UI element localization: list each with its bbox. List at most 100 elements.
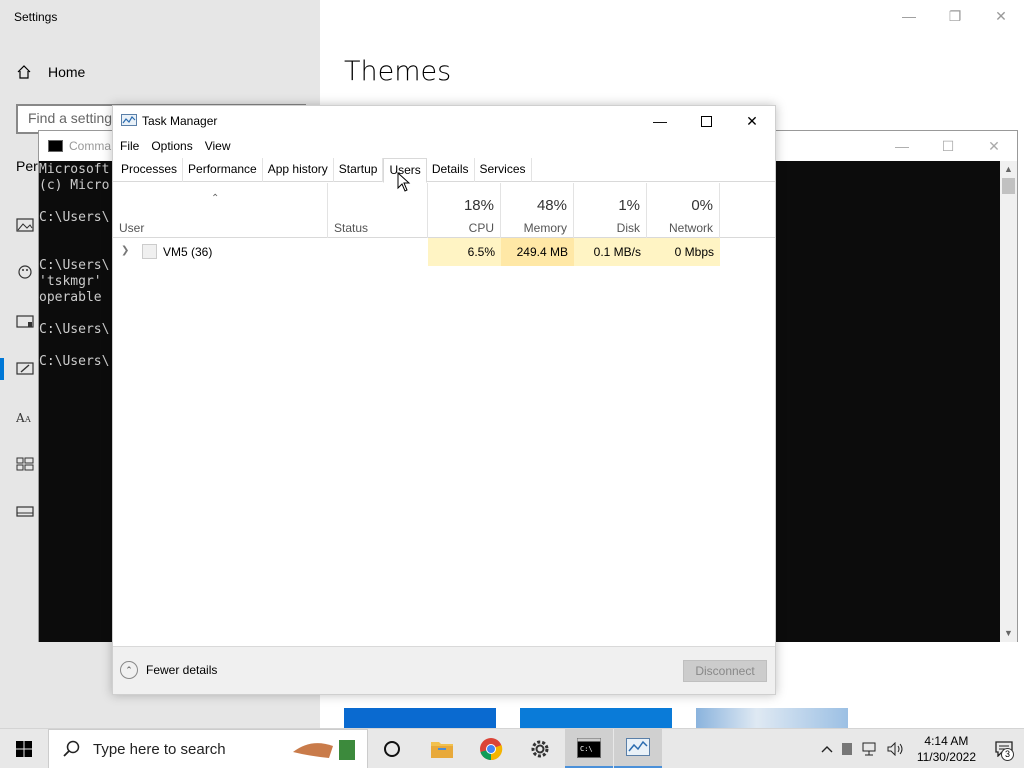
settings-home-label: Home	[48, 64, 86, 80]
menu-options[interactable]: Options	[145, 136, 198, 156]
tab-details[interactable]: Details	[427, 158, 475, 182]
network-icon[interactable]	[857, 729, 883, 768]
close-icon[interactable]: ✕	[971, 131, 1017, 161]
volume-icon[interactable]	[883, 729, 909, 768]
tm-titlebar[interactable]: Task Manager — ✕	[113, 106, 775, 136]
maximize-icon[interactable]	[683, 106, 729, 136]
theme-thumbnail[interactable]	[520, 708, 672, 728]
cmd-window-icon	[48, 140, 63, 152]
start-button[interactable]	[0, 729, 48, 768]
search-icon	[63, 740, 80, 757]
notification-count-badge: 3	[1001, 748, 1014, 761]
column-disk-label: Disk	[616, 221, 640, 235]
minimize-icon[interactable]: —	[637, 106, 683, 136]
tab-app-history[interactable]: App history	[263, 158, 334, 182]
task-manager-icon[interactable]	[614, 729, 662, 768]
colors-icon[interactable]	[16, 265, 34, 279]
svg-text:C:\: C:\	[580, 745, 593, 753]
menu-view[interactable]: View	[199, 136, 237, 156]
svg-text:A: A	[16, 411, 25, 424]
column-user[interactable]: ⌃ User	[113, 183, 328, 238]
theme-thumbnail[interactable]	[696, 708, 848, 728]
column-memory-label: Memory	[523, 221, 567, 235]
cmd-icon[interactable]: C:\	[565, 729, 613, 768]
selected-item-accent	[0, 358, 4, 380]
column-status-label: Status	[334, 221, 369, 235]
fewer-details-label: Fewer details	[146, 663, 218, 677]
table-row[interactable]: ❯ VM5 (36) 6.5% 249.4 MB 0.1 MB/s 0 Mbps	[113, 238, 775, 266]
task-manager-window: Task Manager — ✕ File Options View Proce…	[112, 105, 776, 695]
cmd-window-controls: — ☐ ✕	[879, 131, 1017, 161]
column-disk[interactable]: 1% Disk	[574, 183, 647, 238]
tab-startup[interactable]: Startup	[334, 158, 384, 182]
row-cpu: 6.5%	[428, 238, 501, 266]
disk-total-percent: 1%	[618, 197, 640, 214]
tab-performance[interactable]: Performance	[183, 158, 263, 182]
column-status[interactable]: Status	[328, 183, 428, 238]
network-total-percent: 0%	[691, 197, 713, 214]
cmd-scrollbar[interactable]: ▲ ▼	[1000, 161, 1017, 642]
minimize-icon[interactable]: —	[886, 0, 932, 32]
maximize-icon[interactable]: ☐	[925, 131, 971, 161]
background-icon[interactable]	[16, 218, 34, 232]
expand-chevron-icon[interactable]: ❯	[121, 245, 129, 256]
scroll-up-icon[interactable]: ▲	[1000, 161, 1017, 178]
taskbar: Type here to search C:\ 4:14 AM 11/30/20…	[0, 728, 1024, 768]
menu-file[interactable]: File	[114, 136, 145, 156]
svg-text:A: A	[24, 415, 31, 424]
fonts-icon[interactable]: AA	[16, 410, 34, 424]
row-memory: 249.4 MB	[501, 238, 574, 266]
lock-screen-icon[interactable]	[16, 315, 34, 329]
chrome-icon[interactable]	[467, 729, 515, 768]
clock-date: 11/30/2022	[916, 750, 976, 764]
user-icon	[142, 244, 157, 259]
tm-footer: ⌃ Fewer details Disconnect	[113, 646, 775, 694]
close-icon[interactable]: ✕	[978, 0, 1024, 32]
action-center-button[interactable]: 3	[984, 729, 1024, 768]
settings-home-link[interactable]: Home	[16, 64, 85, 80]
settings-page-title: Themes	[344, 56, 452, 87]
column-cpu[interactable]: 18% CPU	[428, 183, 501, 238]
row-disk: 0.1 MB/s	[574, 238, 647, 266]
taskbar-settings-icon[interactable]	[16, 505, 34, 519]
settings-title: Settings	[14, 10, 58, 24]
cpu-total-percent: 18%	[463, 197, 494, 214]
file-explorer-icon[interactable]	[418, 729, 466, 768]
show-hidden-icons-chevron-icon[interactable]	[817, 729, 837, 768]
column-memory[interactable]: 48% Memory	[501, 183, 574, 238]
restore-icon[interactable]: ❐	[932, 0, 978, 32]
settings-section-label: Per	[16, 158, 38, 174]
tab-services[interactable]: Services	[475, 158, 532, 182]
scroll-thumb[interactable]	[1002, 178, 1015, 194]
system-tray: 4:14 AM 11/30/2022 3	[817, 729, 1024, 768]
scroll-down-icon[interactable]: ▼	[1000, 625, 1017, 642]
cmd-title: Comma	[69, 139, 112, 153]
tm-title: Task Manager	[142, 114, 218, 128]
row-network: 0 Mbps	[647, 238, 720, 266]
fewer-details-button[interactable]: ⌃ Fewer details	[120, 661, 217, 679]
row-user-name: VM5 (36)	[163, 245, 213, 259]
close-icon[interactable]: ✕	[729, 106, 775, 136]
tm-window-controls: — ✕	[637, 106, 775, 136]
column-user-label: User	[119, 221, 145, 235]
clock[interactable]: 4:14 AM 11/30/2022	[909, 733, 984, 765]
tray-app-icon[interactable]	[837, 729, 857, 768]
taskbar-search-input[interactable]: Type here to search	[48, 729, 368, 768]
settings-icon[interactable]	[516, 729, 564, 768]
themes-icon[interactable]	[16, 362, 34, 376]
tm-menu-bar: File Options View	[113, 136, 775, 156]
task-manager-app-icon	[121, 114, 137, 126]
tab-processes[interactable]: Processes	[116, 158, 184, 182]
sort-caret-icon: ⌃	[211, 193, 220, 204]
column-cpu-label: CPU	[468, 221, 494, 235]
taskbar-search-placeholder: Type here to search	[93, 740, 226, 758]
theme-thumbnail[interactable]	[344, 708, 496, 728]
disconnect-button[interactable]: Disconnect	[683, 660, 767, 682]
tm-tab-strip: Processes Performance App history Startu…	[113, 158, 775, 183]
start-icon[interactable]	[16, 457, 34, 471]
column-network[interactable]: 0% Network	[647, 183, 720, 238]
minimize-icon[interactable]: —	[879, 131, 925, 161]
chevron-up-icon: ⌃	[120, 661, 138, 679]
cortana-icon[interactable]	[368, 729, 416, 768]
mouse-cursor-icon	[397, 172, 411, 192]
